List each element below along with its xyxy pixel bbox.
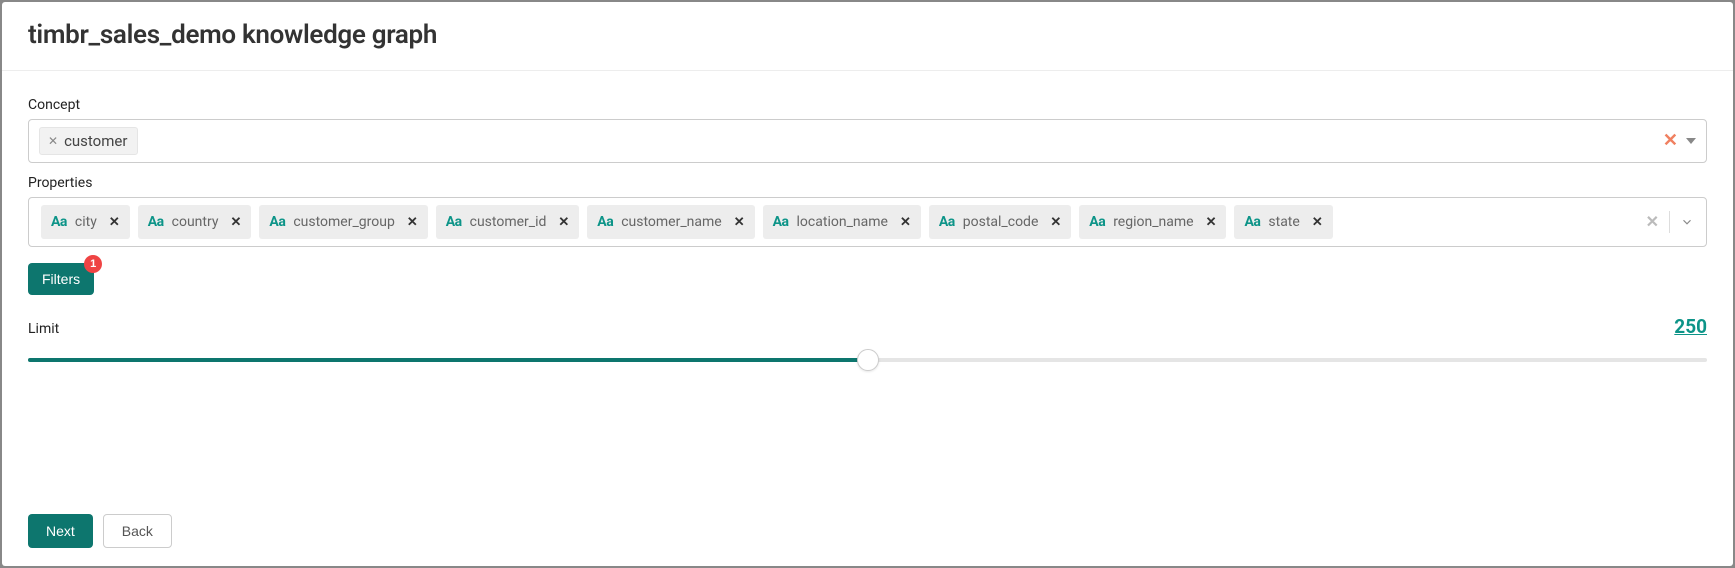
separator [1669,211,1670,233]
property-tag: Aa postal_code ✕ [929,205,1071,239]
text-type-icon: Aa [939,214,955,230]
properties-tags: Aacity✕Aacountry✕Aacustomer_group✕Aacust… [37,205,1630,239]
concept-label: Concept [28,97,1707,113]
remove-property-icon[interactable]: ✕ [1050,215,1061,230]
concept-select-controls: ✕ [1663,132,1700,150]
property-tag-label: country [172,214,219,230]
remove-property-icon[interactable]: ✕ [1206,215,1217,230]
property-tag-label: customer_name [621,214,722,230]
page-title: timbr_sales_demo knowledge graph [28,20,1707,50]
dialog-content: Concept ✕ customer ✕ Properties Aacity✕A… [2,71,1733,566]
property-tag-label: location_name [797,214,888,230]
slider-fill [28,358,868,362]
property-tag-label: customer_group [293,214,395,230]
concept-select[interactable]: ✕ customer ✕ [28,119,1707,163]
text-type-icon: Aa [51,214,67,230]
property-tag-label: state [1268,214,1299,230]
remove-property-icon[interactable]: ✕ [1312,215,1323,230]
filters-row: Filters 1 [28,263,1707,295]
remove-property-icon[interactable]: ✕ [558,215,569,230]
remove-concept-icon[interactable]: ✕ [48,134,58,148]
property-tag-label: city [75,214,97,230]
filters-button[interactable]: Filters 1 [28,263,94,295]
limit-slider[interactable] [28,348,1707,372]
concept-tag: ✕ customer [39,127,138,155]
text-type-icon: Aa [1244,214,1260,230]
property-tag: Aacity ✕ [41,205,130,239]
property-tag: Aa region_name ✕ [1079,205,1226,239]
property-tag: Aa customer_name ✕ [587,205,754,239]
properties-label: Properties [28,175,1707,191]
remove-property-icon[interactable]: ✕ [900,215,911,230]
back-button[interactable]: Back [103,514,172,548]
clear-icon[interactable]: ✕ [1646,214,1659,230]
limit-label: Limit [28,321,59,337]
property-tag-label: customer_id [470,214,547,230]
caret-down-icon[interactable] [1686,138,1696,144]
remove-property-icon[interactable]: ✕ [231,215,242,230]
property-tag: Aastate ✕ [1234,205,1332,239]
slider-thumb[interactable] [857,349,879,371]
dialog-header: timbr_sales_demo knowledge graph [2,2,1733,71]
limit-value[interactable]: 250 [1674,315,1707,338]
property-tag: Aa location_name ✕ [763,205,921,239]
concept-tag-label: customer [64,132,127,150]
filters-button-label: Filters [42,271,80,287]
properties-select-controls: ✕ [1638,211,1698,233]
property-tag-label: region_name [1113,214,1193,230]
clear-icon[interactable]: ✕ [1663,132,1678,150]
property-tag-label: postal_code [963,214,1039,230]
dialog-footer: Next Back [28,464,1707,548]
text-type-icon: Aa [597,214,613,230]
property-tag: Aa country ✕ [138,205,252,239]
remove-property-icon[interactable]: ✕ [734,215,745,230]
text-type-icon: Aa [773,214,789,230]
text-type-icon: Aa [446,214,462,230]
property-tag: Aa customer_id ✕ [436,205,580,239]
dialog-window: timbr_sales_demo knowledge graph Concept… [2,2,1733,566]
next-button[interactable]: Next [28,514,93,548]
text-type-icon: Aa [148,214,164,230]
text-type-icon: Aa [1089,214,1105,230]
properties-select[interactable]: Aacity✕Aacountry✕Aacustomer_group✕Aacust… [28,197,1707,247]
remove-property-icon[interactable]: ✕ [407,215,418,230]
filters-badge: 1 [84,255,102,273]
property-tag: Aa customer_group ✕ [259,205,427,239]
text-type-icon: Aa [269,214,285,230]
limit-row: Limit 250 [28,315,1707,338]
remove-property-icon[interactable]: ✕ [109,215,120,230]
chevron-down-icon[interactable] [1680,215,1694,229]
